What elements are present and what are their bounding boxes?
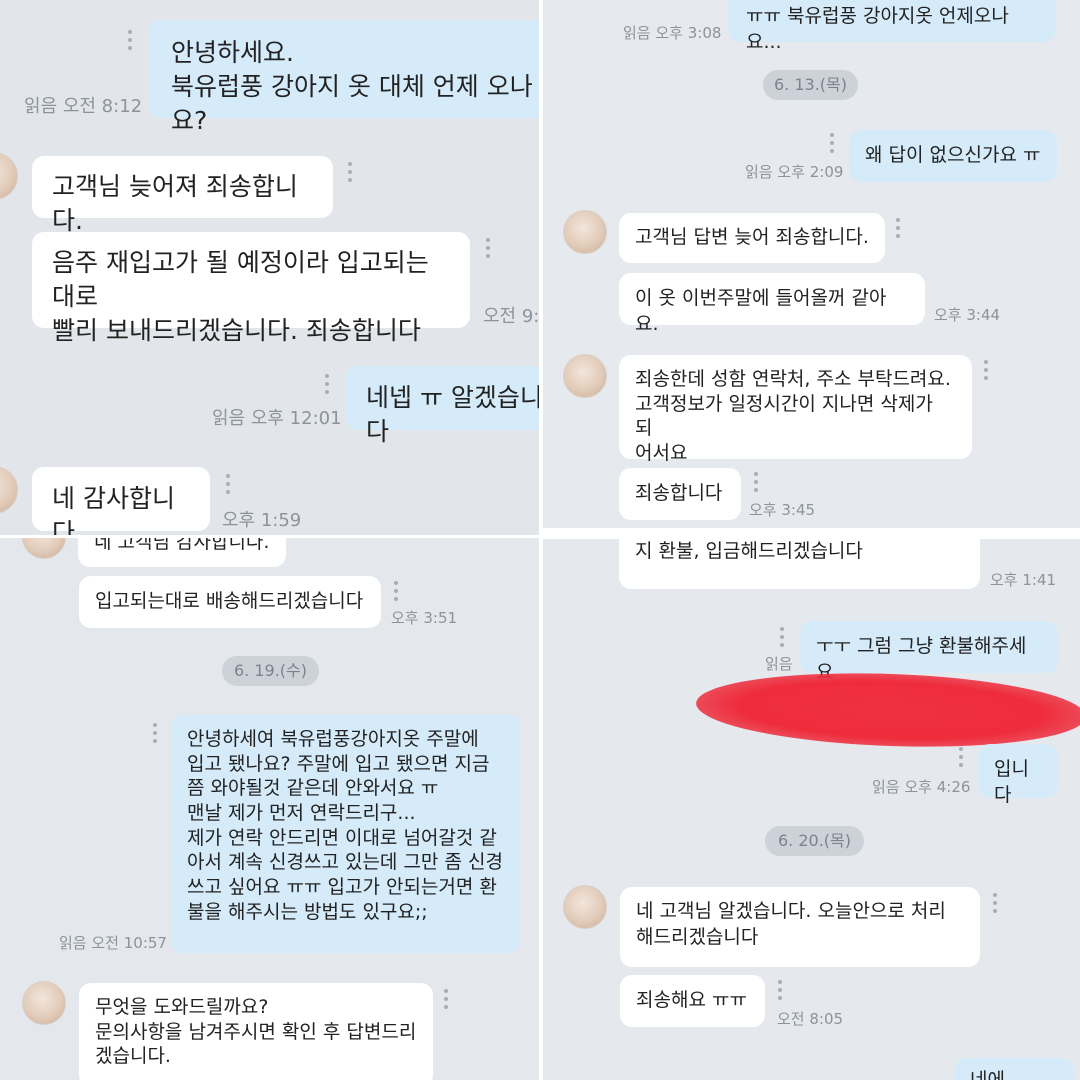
read-time-label: 읽음 오전 10:57 xyxy=(59,934,167,952)
more-options-icon[interactable] xyxy=(780,627,786,651)
message-bubble-incoming: 죄송해요 ㅠㅠ xyxy=(620,975,765,1027)
date-divider: 6. 20.(목) xyxy=(765,826,864,856)
message-bubble-incoming: 고객님 늦어져 죄송합니다. xyxy=(32,156,333,235)
more-options-icon[interactable] xyxy=(325,374,331,398)
time-label: 오전 9: xyxy=(483,306,540,327)
more-options-icon[interactable] xyxy=(226,474,232,498)
message-bubble-incoming: 죄송한데 성함 연락처, 주소 부탁드려요. 고객정보가 일정시간이 지나면 삭… xyxy=(619,355,972,464)
read-time-label: 읽음 오후 2:09 xyxy=(745,163,844,181)
chat-screenshot-top-right: ㅠㅠ 북유럽풍 강아지옷 언제오나요... 읽음 오후 3:08 6. 13.(… xyxy=(541,0,1080,528)
message-bubble-outgoing: 안녕하세여 북유럽풍강아지옷 주말에 입고 됐나요? 주말에 입고 됐으면 지금… xyxy=(171,715,520,953)
avatar xyxy=(563,885,607,929)
message-bubble-incoming: 네 감사합니다 xyxy=(32,467,210,537)
message-bubble-incoming: 죄송합니다 xyxy=(619,468,741,520)
message-bubble-outgoing: 입니다 xyxy=(978,744,1058,806)
message-bubble-outgoing: ㅠㅠ 북유럽풍 강아지옷 언제오나요... xyxy=(728,0,1056,53)
time-label: 오후 3:45 xyxy=(749,501,816,519)
message-bubble-incoming: 이 옷 이번주말에 들어올꺼 같아요. xyxy=(619,273,925,335)
more-options-icon[interactable] xyxy=(128,30,134,54)
read-time-label: 읽음 오후 12:01 xyxy=(212,408,342,429)
message-bubble-incoming: 고객님 답변 늦어 죄송합니다. xyxy=(619,213,885,263)
collage-divider xyxy=(541,528,1080,539)
read-time-label: 읽음 xyxy=(765,655,793,673)
message-bubble-outgoing: 안녕하세요. 북유럽풍 강아지 옷 대체 언제 오나요? xyxy=(149,20,541,135)
chat-screenshot-bottom-left: 네 고객님 감사합니다. 입고되는대로 배송해드리겠습니다 오후 3:51 6.… xyxy=(0,537,541,1080)
time-label: 오후 1:59 xyxy=(222,510,302,531)
collage-divider xyxy=(539,0,543,1080)
time-label: 오후 3:44 xyxy=(934,306,1001,324)
more-options-icon[interactable] xyxy=(778,980,784,1004)
message-bubble-incoming: 네 고객님 감사합니다. xyxy=(78,537,286,567)
more-options-icon[interactable] xyxy=(754,472,760,496)
time-label: 오전 8:05 xyxy=(777,1010,844,1028)
chat-screenshot-top-left: 안녕하세요. 북유럽풍 강아지 옷 대체 언제 오나요? 읽음 오전 8:12 … xyxy=(0,0,541,537)
more-options-icon[interactable] xyxy=(444,989,450,1013)
avatar xyxy=(22,537,66,559)
read-time-label: 읽음 오후 3:08 xyxy=(623,24,722,42)
avatar xyxy=(0,152,18,200)
message-bubble-outgoing: ㅜㅜ 그럼 그냥 환불해주세요 xyxy=(800,621,1058,683)
avatar xyxy=(563,354,607,398)
date-divider: 6. 19.(수) xyxy=(222,656,319,686)
more-options-icon[interactable] xyxy=(486,238,492,262)
message-bubble-outgoing: 왜 답이 없으신가요 ㅠ xyxy=(849,130,1057,182)
date-divider: 6. 13.(목) xyxy=(763,70,858,100)
time-label: 오후 3:51 xyxy=(391,609,458,627)
message-bubble-incoming: 음주 재입고가 될 예정이라 입고되는대로 빨리 보내드리겠습니다. 죄송합니다 xyxy=(32,232,470,345)
message-bubble-incoming: 네 고객님 알겠습니다. 오늘안으로 처리 해드리겠습니다 xyxy=(620,887,980,967)
more-options-icon[interactable] xyxy=(830,133,836,157)
avatar xyxy=(563,210,607,254)
message-bubble-incoming: 입고되는대로 배송해드리겠습니다 xyxy=(79,576,381,628)
more-options-icon[interactable] xyxy=(993,893,999,917)
redaction-scribble xyxy=(694,667,1080,753)
chat-screenshot-bottom-right: 지 환불, 입금해드리겠습니다 오후 1:41 ㅜㅜ 그럼 그냥 환불해주세요 … xyxy=(541,537,1080,1080)
collage-divider xyxy=(0,535,541,538)
time-label: 오후 1:41 xyxy=(990,571,1057,589)
more-options-icon[interactable] xyxy=(348,162,354,186)
read-time-label: 읽음 오후 4:26 xyxy=(872,778,971,796)
more-options-icon[interactable] xyxy=(896,218,902,242)
avatar xyxy=(0,466,18,514)
message-bubble-incoming: 지 환불, 입금해드리겠습니다 xyxy=(619,537,980,589)
message-bubble-incoming: 무엇을 도와드릴까요? 문의사항을 남겨주시면 확인 후 답변드리 겠습니다. xyxy=(79,983,433,1080)
more-options-icon[interactable] xyxy=(394,581,400,605)
message-bubble-outgoing: 네넵 ㅠ 알겠습니다 xyxy=(346,366,541,446)
more-options-icon[interactable] xyxy=(984,360,990,384)
avatar xyxy=(22,981,66,1025)
more-options-icon[interactable] xyxy=(959,747,965,771)
message-bubble-outgoing: 네에 xyxy=(954,1058,1074,1080)
more-options-icon[interactable] xyxy=(153,723,159,747)
read-time-label: 읽음 오전 8:12 xyxy=(24,96,143,117)
